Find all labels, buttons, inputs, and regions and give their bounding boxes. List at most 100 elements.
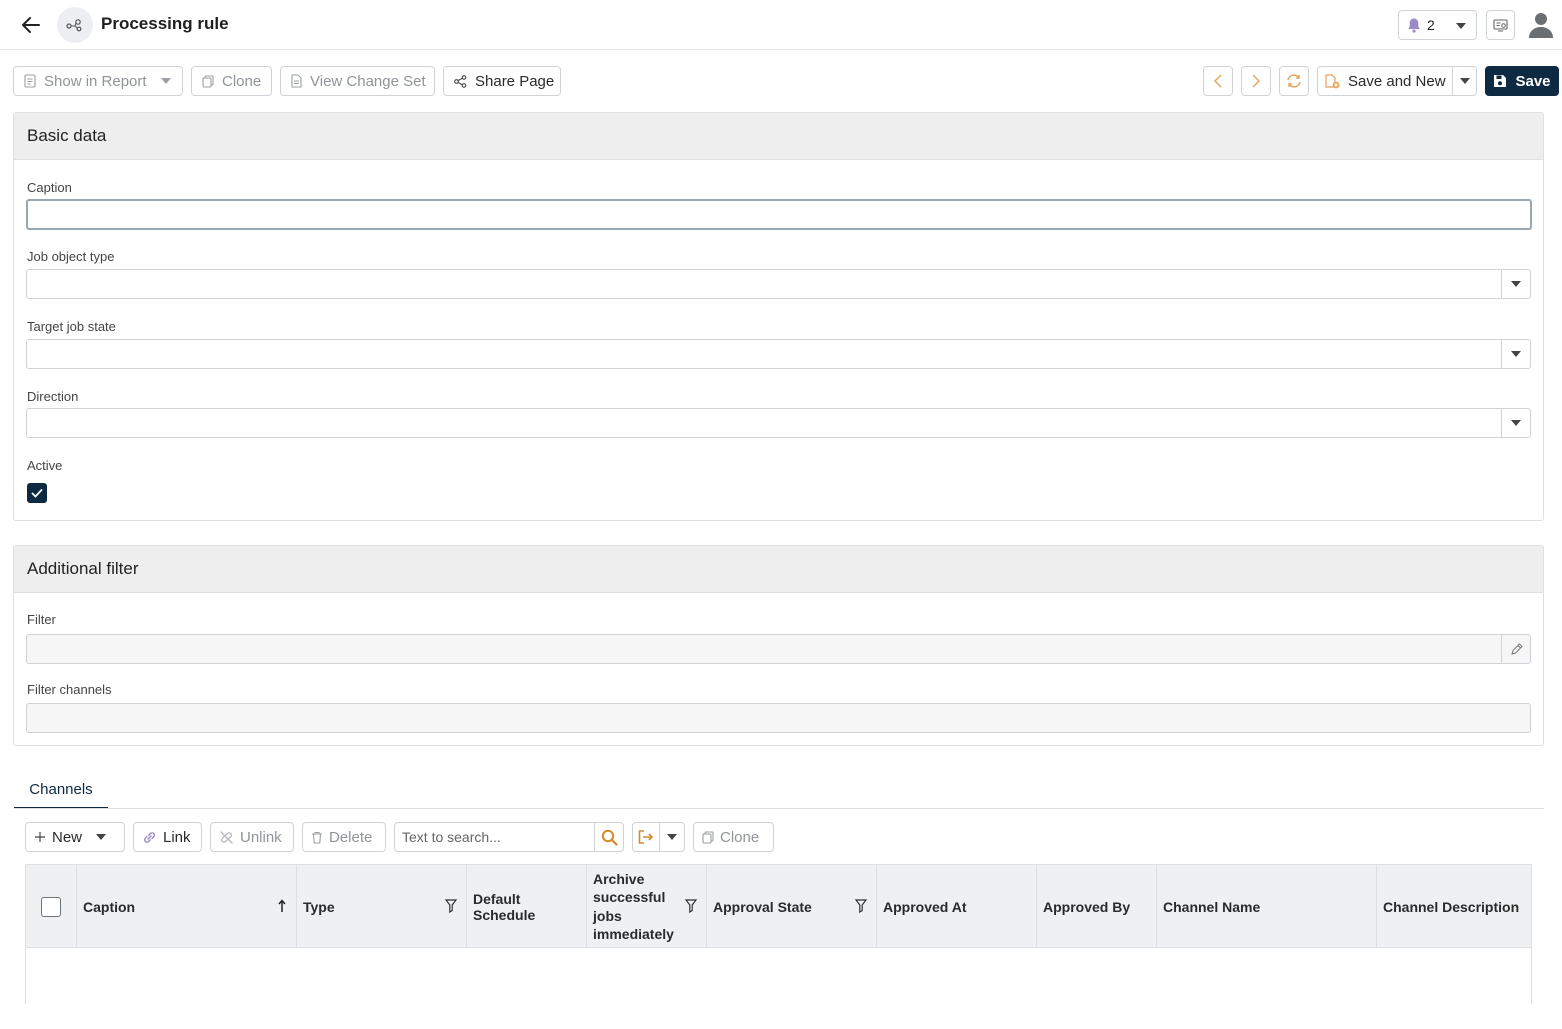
column-header-channel-name[interactable]: Channel Name	[1157, 865, 1377, 948]
filter-icon[interactable]	[685, 899, 697, 913]
dropdown-toggle[interactable]	[1501, 340, 1530, 368]
chevron-down-icon	[1456, 23, 1466, 29]
additional-filter-title: Additional filter	[14, 546, 1543, 593]
clone-icon	[202, 74, 214, 88]
basic-data-panel: Basic data Caption Job object type Targe…	[13, 112, 1544, 521]
plus-icon	[34, 831, 46, 843]
refresh-button[interactable]	[1279, 66, 1309, 96]
search-icon	[601, 829, 618, 846]
column-label: Approved By	[1043, 898, 1131, 915]
save-button[interactable]: Save	[1485, 66, 1559, 96]
document-icon	[291, 74, 302, 88]
basic-data-title: Basic data	[14, 113, 1543, 160]
pencil-icon	[1510, 642, 1523, 656]
column-header-channel-description[interactable]: Channel Description	[1377, 865, 1531, 948]
unlink-label: Unlink	[240, 828, 282, 846]
column-header-type[interactable]: Type	[297, 865, 467, 948]
unlink-button[interactable]: Unlink	[210, 822, 294, 852]
column-header-archive-successful-jobs[interactable]: Archive successful jobs immediately	[587, 865, 707, 948]
clone-icon	[702, 830, 714, 844]
active-checkbox[interactable]	[27, 483, 47, 503]
search-button[interactable]	[594, 822, 624, 852]
column-label: Channel Description	[1383, 898, 1520, 915]
clone-label: Clone	[720, 828, 760, 846]
column-header-caption[interactable]: Caption	[77, 865, 297, 948]
clone-label: Clone	[222, 72, 262, 90]
filter-field[interactable]	[26, 634, 1531, 664]
show-in-report-button[interactable]: Show in Report	[13, 66, 183, 96]
filter-channels-input[interactable]	[26, 703, 1531, 733]
link-button[interactable]: Link	[133, 822, 202, 852]
column-label: Approval State	[713, 898, 812, 915]
new-label: New	[52, 828, 83, 846]
export-icon	[638, 830, 654, 844]
target-job-state-select[interactable]	[26, 339, 1531, 369]
trash-icon	[311, 831, 323, 844]
delete-label: Delete	[329, 828, 373, 846]
app-header: Processing rule 2	[0, 0, 1562, 50]
column-header-approval-state[interactable]: Approval State	[707, 865, 877, 948]
caption-label: Caption	[27, 180, 72, 195]
column-label: Caption	[83, 898, 136, 915]
filter-icon[interactable]	[445, 899, 457, 913]
processing-rule-icon	[57, 7, 93, 43]
column-header-default-schedule[interactable]: Default Schedule	[467, 865, 587, 948]
chevron-down-icon	[1459, 78, 1470, 84]
channels-grid: Caption Type Default Schedule Archive su…	[25, 864, 1532, 1004]
grid-header: Caption Type Default Schedule Archive su…	[26, 865, 1531, 948]
notification-count: 2	[1427, 17, 1435, 33]
tab-channels[interactable]: Channels	[14, 772, 108, 809]
delete-button[interactable]: Delete	[302, 822, 386, 852]
previous-record-button[interactable]	[1203, 66, 1233, 96]
notifications-button[interactable]: 2	[1398, 10, 1477, 40]
search-input[interactable]	[394, 822, 594, 852]
refresh-icon	[1286, 74, 1302, 88]
chevron-down-icon	[1511, 281, 1521, 287]
column-label: Default Schedule	[473, 890, 536, 923]
unlink-icon	[219, 830, 234, 845]
select-all-checkbox[interactable]	[41, 897, 61, 917]
select-all-column	[26, 865, 77, 948]
job-object-type-label: Job object type	[27, 249, 115, 264]
chevron-down-icon	[160, 78, 171, 84]
save-and-new-button[interactable]: Save and New	[1317, 66, 1453, 96]
column-label: Type	[303, 898, 335, 915]
bell-icon	[1407, 17, 1421, 33]
job-object-type-select[interactable]	[26, 269, 1531, 299]
view-change-set-label: View Change Set	[310, 72, 426, 90]
export-button[interactable]	[632, 822, 660, 852]
back-arrow-icon[interactable]	[18, 12, 44, 38]
next-record-button[interactable]	[1241, 66, 1271, 96]
column-header-approved-at[interactable]: Approved At	[877, 865, 1037, 948]
dropdown-toggle[interactable]	[1501, 270, 1530, 298]
direction-label: Direction	[27, 389, 79, 404]
direction-select[interactable]	[26, 408, 1531, 438]
filter-label: Filter	[27, 612, 56, 627]
user-avatar-icon[interactable]	[1528, 11, 1554, 39]
checkmark-icon	[31, 488, 43, 498]
report-icon	[1493, 18, 1508, 32]
dropdown-toggle[interactable]	[1501, 409, 1530, 437]
edit-filter-button[interactable]	[1501, 635, 1530, 663]
clone-button[interactable]: Clone	[191, 66, 272, 96]
grid-clone-button[interactable]: Clone	[693, 822, 774, 852]
target-job-state-label: Target job state	[27, 319, 116, 334]
column-header-approved-by[interactable]: Approved By	[1037, 865, 1157, 948]
new-button[interactable]: New	[25, 822, 125, 852]
caption-input[interactable]	[26, 199, 1532, 230]
sort-ascending-icon[interactable]	[278, 899, 286, 913]
share-icon	[454, 74, 467, 88]
view-change-set-button[interactable]: View Change Set	[280, 66, 435, 96]
export-dropdown[interactable]	[660, 822, 685, 852]
chevron-left-icon	[1214, 74, 1222, 88]
link-label: Link	[163, 828, 191, 846]
save-label: Save	[1515, 72, 1551, 90]
chevron-down-icon	[1511, 420, 1521, 426]
active-label: Active	[27, 458, 63, 473]
share-page-button[interactable]: Share Page	[443, 66, 561, 96]
chevron-down-icon	[96, 834, 107, 840]
report-view-button[interactable]	[1486, 10, 1515, 40]
filter-icon[interactable]	[855, 899, 867, 913]
report-icon	[24, 74, 36, 88]
save-and-new-dropdown[interactable]	[1452, 66, 1477, 96]
